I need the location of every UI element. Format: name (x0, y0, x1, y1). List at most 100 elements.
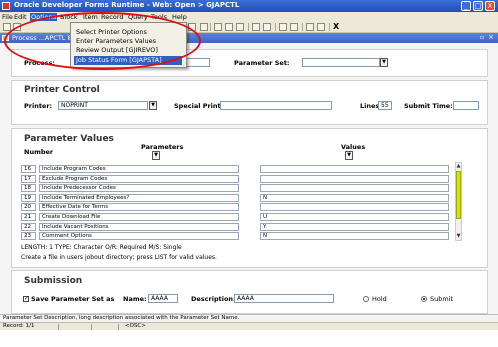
parameter-values-title: Parameter Values (24, 134, 114, 144)
menu-tools[interactable]: Tools (151, 13, 167, 21)
menu-select-printer-options[interactable]: Select Printer Options (74, 28, 182, 37)
parameter-info-line: LENGTH: 1 TYPE: Character O/R: Required … (21, 244, 182, 251)
first-record-icon[interactable] (279, 23, 287, 31)
osc-indicator: <OSC> (125, 323, 146, 329)
parameter-name-cell[interactable]: Create Download File (39, 213, 239, 221)
attachment-icon[interactable] (306, 23, 314, 31)
next-block-icon[interactable] (263, 23, 271, 31)
menu-query[interactable]: Query (128, 13, 148, 21)
process-label: Process: (24, 59, 56, 67)
copy-icon[interactable] (200, 23, 208, 31)
parameter-number-cell[interactable]: 21 (21, 213, 36, 221)
number-column-header: Number (24, 148, 54, 156)
scroll-down-icon[interactable]: ▼ (456, 233, 461, 239)
parameter-name-cell[interactable]: Include Terminated Employees? (39, 193, 239, 202)
parameter-name-cell[interactable]: Include Predecessor Codes (39, 184, 239, 193)
parameters-column-header: Parameters (141, 143, 184, 151)
scroll-up-icon[interactable]: ▲ (456, 163, 461, 169)
parameter-help-line: Create a file in users jobout directory;… (21, 254, 217, 261)
parameter-values-panel: Parameter Values Number Parameters ▼ Val… (11, 128, 488, 268)
parameter-value-cell[interactable] (260, 184, 449, 193)
menu-edit[interactable]: Edit (14, 13, 27, 21)
bottom-strip (0, 330, 498, 347)
form-close-icon[interactable]: × (488, 33, 494, 41)
previous-block-icon[interactable] (252, 23, 260, 31)
menu-review-output[interactable]: Review Output [GJIREVO] (74, 46, 182, 55)
values-column-header: Values (341, 143, 366, 151)
menu-record[interactable]: Record (101, 13, 123, 21)
menu-bar: File Edit Options Block Item Record Quer… (0, 12, 498, 22)
exit-icon[interactable]: X (333, 22, 339, 31)
parameter-value-cell[interactable] (260, 165, 449, 173)
minimize-button[interactable]: _ (461, 1, 471, 11)
maximize-button[interactable]: □ (473, 1, 483, 11)
help-icon[interactable] (317, 23, 325, 31)
parameter-scrollbar[interactable]: ▲ ▼ (455, 162, 462, 241)
printer-dropdown-icon[interactable]: ▼ (149, 101, 157, 110)
window-title-bar: Oracle Developer Forms Runtime - Web: Op… (0, 0, 498, 12)
values-list-icon[interactable]: ▼ (345, 151, 353, 160)
parameter-set-label: Parameter Set: (234, 59, 290, 67)
description-field[interactable]: AAAA (234, 294, 334, 303)
menu-job-status-form[interactable]: Job Status Form [GJAPSTA] (74, 56, 182, 65)
hold-label: Hold (372, 295, 387, 303)
parameter-set-dropdown-icon[interactable]: ▼ (380, 58, 388, 67)
printer-control-title: Printer Control (24, 85, 100, 95)
name-field[interactable]: AAAA (148, 294, 178, 303)
name-label: Name: (123, 295, 147, 303)
parameter-number-cell[interactable]: 18 (21, 184, 36, 193)
parameter-value-cell[interactable]: U (260, 213, 449, 221)
parameter-number-cell[interactable]: 17 (21, 174, 36, 183)
special-print-field[interactable] (220, 101, 332, 110)
description-label: Description: (191, 295, 236, 303)
options-menu: Select Printer Options Enter Parameters … (70, 22, 187, 68)
rollback-icon[interactable] (13, 23, 21, 31)
parameter-number-cell[interactable]: 22 (21, 222, 36, 231)
search-icon[interactable] (188, 23, 196, 31)
menu-enter-parameters-values[interactable]: Enter Parameters Values (74, 37, 182, 46)
save-parameter-set-label: Save Parameter Set as (31, 295, 115, 303)
parameter-name-cell[interactable]: Effective Date for Terms (39, 203, 239, 212)
parameter-number-cell[interactable]: 20 (21, 203, 36, 212)
printer-field[interactable]: NOPRINT (58, 101, 148, 110)
parameter-number-cell[interactable]: 23 (21, 232, 36, 241)
parameter-name-cell[interactable]: Exclude Program Codes (39, 174, 239, 183)
parameter-name-cell[interactable]: Include Vacant Positions (39, 222, 239, 231)
parameter-value-cell[interactable] (260, 174, 449, 183)
parameter-set-field[interactable] (302, 58, 380, 67)
save-icon[interactable] (3, 23, 11, 31)
submit-radio[interactable] (421, 296, 427, 302)
parameter-value-cell[interactable]: N (260, 193, 449, 202)
parameter-name-cell[interactable]: Include Program Codes (39, 165, 239, 173)
menu-block[interactable]: Block (60, 13, 78, 21)
scroll-thumb[interactable] (456, 171, 461, 219)
menu-item[interactable]: Item (83, 13, 98, 21)
record-indicator: Record: 1/1 (3, 323, 35, 329)
menu-options[interactable]: Options (30, 13, 58, 21)
parameter-number-cell[interactable]: 19 (21, 193, 36, 202)
menu-help[interactable]: Help (172, 13, 187, 21)
status-message: Parameter Set Description, long descript… (3, 315, 240, 321)
insert-record-icon[interactable] (225, 23, 233, 31)
hold-radio[interactable] (363, 296, 369, 302)
save-parameter-set-checkbox[interactable]: ✓ (23, 296, 29, 302)
parameter-number-cell[interactable]: 16 (21, 165, 36, 173)
submit-time-field[interactable] (453, 101, 479, 110)
last-record-icon[interactable] (290, 23, 298, 31)
submit-time-label: Submit Time: (404, 102, 453, 110)
parameter-value-cell[interactable] (260, 203, 449, 212)
oracle-app-icon (2, 2, 10, 10)
delete-record-icon[interactable] (236, 23, 244, 31)
parameters-list-icon[interactable]: ▼ (152, 151, 160, 160)
parameter-value-cell[interactable]: N (260, 232, 449, 241)
submission-title: Submission (24, 276, 83, 286)
special-print-label: Special Print: (174, 102, 224, 110)
window-title: Oracle Developer Forms Runtime - Web: Op… (14, 1, 240, 9)
parameter-name-cell[interactable]: Comment Options (39, 232, 239, 241)
close-window-button[interactable]: X (485, 1, 495, 11)
menu-file[interactable]: File (2, 13, 13, 21)
form-restore-icon[interactable]: ▫ (480, 34, 484, 41)
parameter-value-cell[interactable]: Y (260, 222, 449, 231)
print-icon[interactable] (214, 23, 222, 31)
lines-field[interactable]: 55 (378, 101, 392, 110)
